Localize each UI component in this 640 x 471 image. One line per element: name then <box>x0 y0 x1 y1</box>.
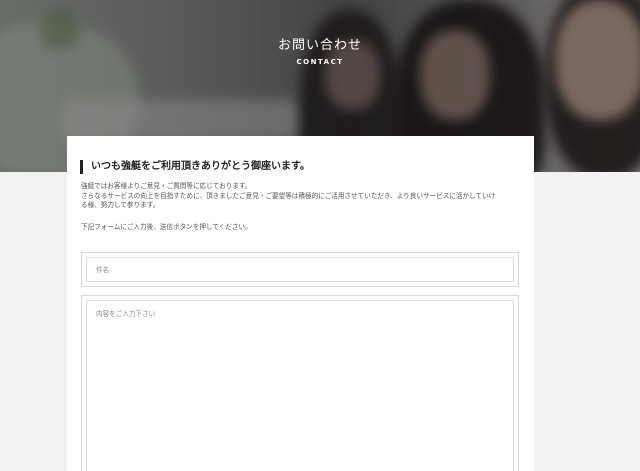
intro-text: 強艇ではお客様よりご意見・ご質問等に応じております。 さらなるサービスの向上を目… <box>81 182 521 211</box>
intro-heading: いつも強艇をご利用頂きありがとう御座います。 <box>80 160 310 174</box>
contact-card: いつも強艇をご利用頂きありがとう御座います。 強艇ではお客様よりご意見・ご質問等… <box>67 136 534 471</box>
intro-line: さらなるサービスの向上を目指すために、頂きましたご意見・ご要望等は積極的にご活用… <box>81 191 496 200</box>
message-textarea[interactable] <box>86 300 514 471</box>
intro-line: 強艇ではお客様よりご意見・ご質問等に応じております。 <box>81 182 252 190</box>
page-subtitle: CONTACT <box>296 58 344 66</box>
subject-input[interactable] <box>86 257 514 282</box>
page-title: お問い合わせ <box>277 38 362 53</box>
intro-line: る様、努力して参ります。 <box>81 201 160 209</box>
form-instruction: 下記フォームにご入力後、送信ボタンを押してください。 <box>81 223 252 231</box>
message-field-wrapper <box>81 295 519 471</box>
subject-field-wrapper <box>81 252 519 287</box>
